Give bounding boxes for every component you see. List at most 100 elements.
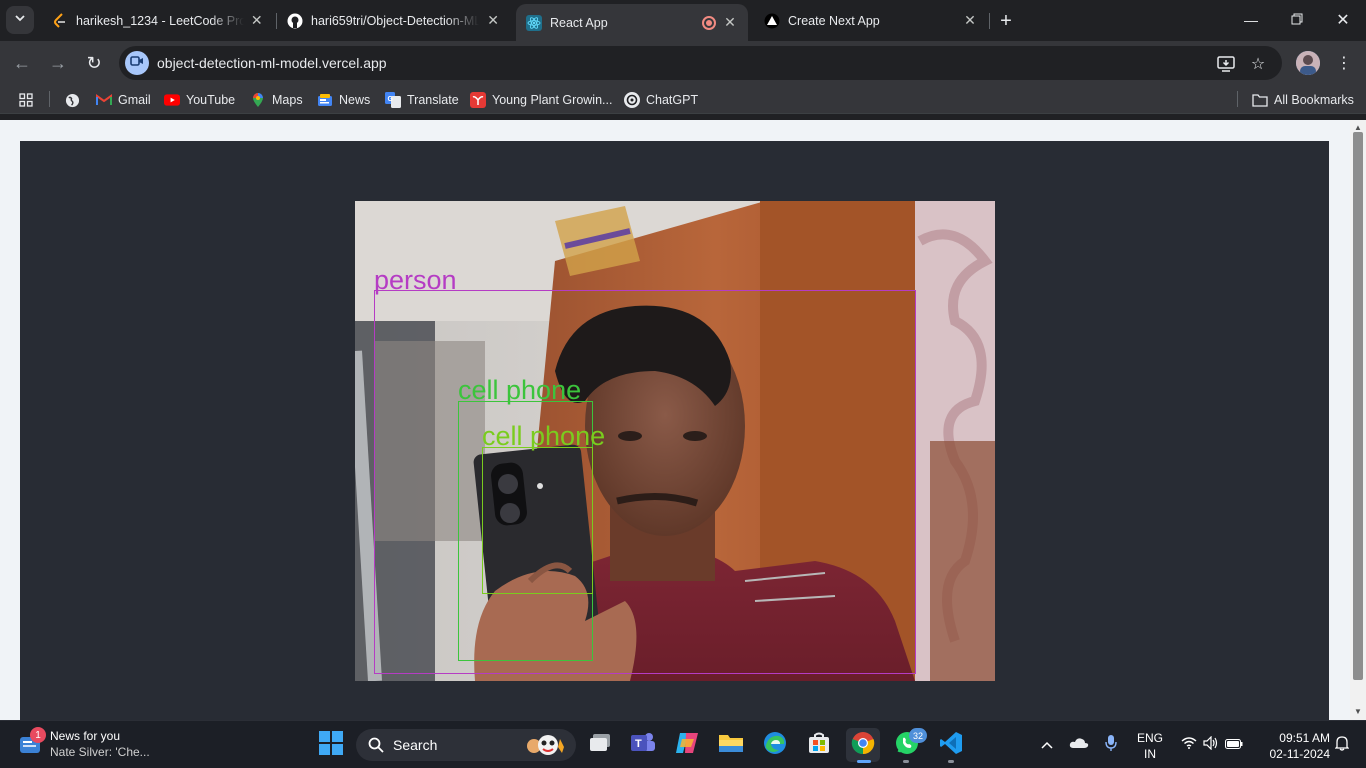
svg-text:G: G [388, 96, 394, 103]
news-icon [317, 92, 333, 108]
forward-button[interactable]: → [44, 49, 72, 77]
detection-label-person: person [374, 265, 457, 295]
new-tab-button[interactable]: + [994, 9, 1018, 33]
github-icon [287, 13, 303, 29]
tab-leetcode[interactable]: harikesh_1234 - LeetCode Profile ✕ [42, 6, 274, 35]
nextjs-icon [764, 13, 780, 29]
notifications-button[interactable] [1328, 728, 1356, 762]
apps-button[interactable] [18, 91, 40, 109]
translate-icon: G [385, 92, 401, 108]
bookmark-news[interactable]: News [317, 91, 370, 109]
news-subtitle: Nate Silver: 'Che... [50, 745, 150, 759]
star-icon[interactable]: ☆ [1248, 54, 1268, 74]
restore-icon [1291, 12, 1303, 28]
task-view-button[interactable] [583, 728, 617, 762]
arrow-left-icon: ← [13, 52, 31, 73]
show-hidden-icons-button[interactable] [1031, 728, 1063, 762]
tab-title: Create Next App [788, 13, 880, 28]
detection-label-cell-phone: cell phone [458, 375, 582, 405]
minimize-button[interactable]: — [1236, 8, 1266, 32]
bookmark-translate[interactable]: G Translate [385, 91, 459, 109]
tab-create-next-app[interactable]: Create Next App ✕ [754, 6, 988, 35]
close-icon[interactable]: ✕ [250, 12, 264, 29]
tab-search-button[interactable] [6, 6, 34, 34]
scroll-down-arrow-icon[interactable]: ▼ [1353, 706, 1363, 716]
teams-button[interactable]: T [626, 728, 660, 762]
globe-bookmark[interactable] [64, 91, 86, 109]
search-icon [368, 737, 384, 758]
bookmark-label: ChatGPT [646, 93, 699, 107]
chevron-up-icon [1041, 736, 1053, 754]
camera-icon [130, 54, 144, 72]
tab-divider [989, 13, 990, 29]
close-icon[interactable]: ✕ [962, 12, 978, 29]
bookmark-label: Maps [272, 93, 303, 107]
arrow-right-icon: → [49, 52, 67, 73]
news-widget[interactable]: 1 News for you Nate Silver: 'Che... [0, 721, 170, 768]
bookmark-young-plant[interactable]: Young Plant Growin... [470, 91, 612, 109]
edge-icon [763, 731, 787, 760]
microsoft-store-button[interactable] [802, 728, 836, 762]
webcam-feed: person cell phone cell phone [355, 201, 995, 681]
browser-toolbar: ← → ↻ object-detection-ml-model.vercel.a… [0, 41, 1366, 85]
all-bookmarks-label: All Bookmarks [1274, 93, 1354, 107]
clock-time: 09:51 AM [1279, 731, 1330, 745]
tab-strip: harikesh_1234 - LeetCode Profile ✕ hari6… [0, 0, 1366, 41]
microphone-button[interactable] [1095, 728, 1127, 762]
copilot-button[interactable] [670, 728, 704, 762]
chrome-button[interactable] [846, 728, 880, 762]
bookmark-youtube[interactable]: YouTube [164, 91, 235, 109]
kebab-icon: ⋮ [1336, 55, 1352, 72]
detection-label-cell-phone-2: cell phone [482, 421, 606, 451]
site-info-button[interactable] [125, 51, 149, 75]
file-explorer-button[interactable] [714, 728, 748, 762]
close-icon[interactable]: ✕ [722, 14, 738, 31]
plus-icon: + [1000, 9, 1012, 32]
detection-box-cell-phone-2 [482, 447, 593, 594]
url-text[interactable]: object-detection-ml-model.vercel.app [157, 55, 387, 71]
bookmark-gmail[interactable]: Gmail [96, 91, 151, 109]
more-menu-button[interactable]: ⋮ [1332, 51, 1356, 75]
apps-grid-icon [18, 92, 34, 108]
clock[interactable]: 09:51 AM 02-11-2024 [1254, 730, 1331, 761]
app-container: person cell phone cell phone [20, 141, 1329, 720]
tab-title: harikesh_1234 - LeetCode Profile [76, 13, 244, 28]
tab-title: hari659tri/Object-Detection-ML [311, 13, 480, 28]
bookmark-label: Young Plant Growin... [492, 93, 613, 107]
start-button[interactable] [314, 728, 348, 762]
reload-button[interactable]: ↻ [80, 49, 108, 77]
quick-settings-button[interactable] [1172, 728, 1252, 762]
bookmark-maps[interactable]: Maps [250, 91, 303, 109]
task-view-icon [588, 733, 612, 758]
bell-icon [1334, 735, 1350, 756]
onedrive-button[interactable] [1063, 728, 1095, 762]
language-indicator[interactable]: ENG IN [1131, 730, 1169, 761]
globe-icon [64, 92, 80, 108]
close-window-button[interactable]: ✕ [1328, 8, 1358, 32]
all-bookmarks-button[interactable]: All Bookmarks [1252, 91, 1354, 109]
vscode-button[interactable] [934, 728, 968, 762]
profile-avatar[interactable] [1296, 51, 1320, 75]
scroll-up-arrow-icon[interactable]: ▲ [1353, 122, 1363, 132]
tab-github[interactable]: hari659tri/Object-Detection-ML ✕ [277, 6, 511, 35]
tab-title: React App [550, 15, 608, 30]
tab-react-app[interactable]: React App ✕ [516, 4, 748, 41]
cloud-icon [1069, 736, 1089, 754]
page-scrollbar[interactable]: ▲ ▼ [1350, 120, 1366, 720]
chevron-down-icon [14, 11, 26, 29]
whatsapp-open-indicator [903, 760, 909, 763]
close-icon[interactable]: ✕ [485, 12, 501, 29]
address-bar[interactable]: object-detection-ml-model.vercel.app ☆ [119, 46, 1282, 80]
back-button[interactable]: ← [8, 49, 36, 77]
language-bottom: IN [1144, 747, 1156, 761]
windows-taskbar: 1 News for you Nate Silver: 'Che... Sear… [0, 720, 1366, 768]
edge-button[interactable] [758, 728, 792, 762]
scrollbar-thumb[interactable] [1353, 132, 1363, 680]
news-badge: 1 [30, 727, 46, 743]
restore-button[interactable] [1282, 8, 1312, 32]
install-app-icon[interactable] [1216, 54, 1236, 74]
bookmark-chatgpt[interactable]: ChatGPT [624, 91, 698, 109]
leetcode-icon [52, 12, 68, 29]
news-title: News for you [50, 729, 121, 743]
taskbar-search[interactable]: Search [356, 729, 576, 761]
